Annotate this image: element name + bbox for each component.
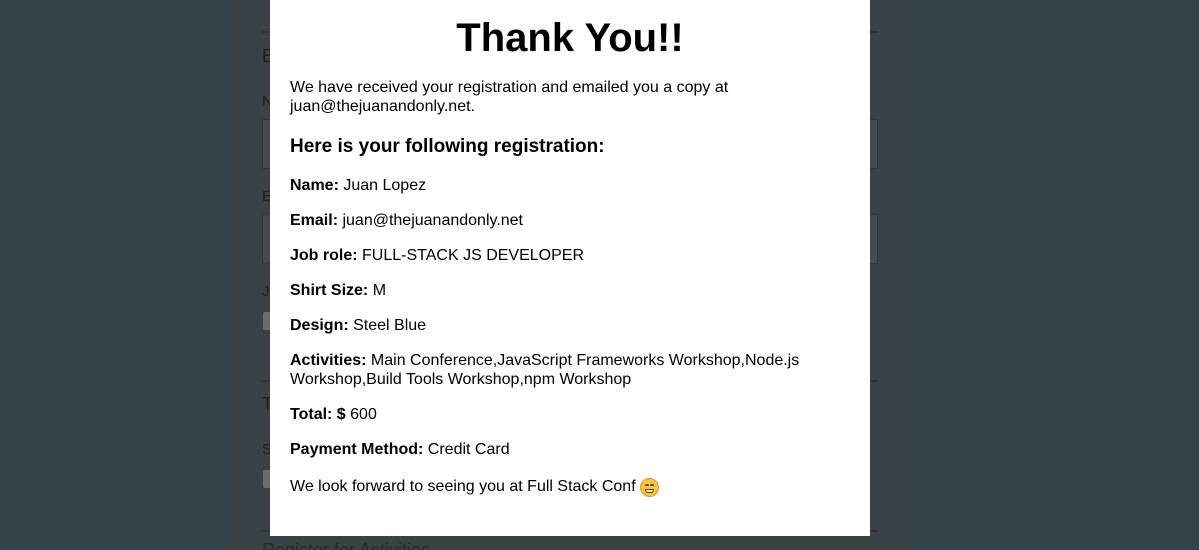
field-label: Shirt Size: — [290, 282, 369, 299]
modal-title: Thank You!! — [456, 16, 684, 60]
field-payment-method: Payment Method: Credit Card — [290, 440, 850, 459]
field-email: Email: juan@thejuanandonly.net — [290, 211, 850, 230]
field-label: Job role: — [290, 247, 358, 264]
registration-heading: Here is your following registration: — [290, 136, 605, 157]
field-value: FULL-STACK JS DEVELOPER — [362, 247, 584, 264]
field-design: Design: Steel Blue — [290, 316, 850, 335]
field-value: juan@thejuanandonly.net — [342, 212, 523, 229]
registration-summary: Name: Juan Lopez Email: juan@thejuanando… — [290, 176, 850, 459]
field-label: Design: — [290, 317, 349, 334]
field-job-role: Job role: FULL-STACK JS DEVELOPER — [290, 246, 850, 265]
field-label: Activities: — [290, 352, 367, 369]
thank-you-modal: Thank You!! We have received your regist… — [270, 0, 870, 536]
field-value: M — [372, 282, 387, 299]
closing-text: We look forward to seeing you at Full St… — [290, 478, 636, 495]
field-value: Steel Blue — [353, 317, 427, 334]
confirmation-message: We have received your registration and e… — [290, 79, 729, 115]
field-value: Credit Card — [427, 441, 510, 458]
field-label: Email: — [290, 212, 339, 229]
grinning-face-icon — [639, 477, 659, 497]
field-label: Total: $ — [290, 406, 346, 423]
closing-message: We look forward to seeing you at Full St… — [290, 476, 850, 498]
field-label: Name: — [290, 177, 339, 194]
field-activities: Activities: Main Conference,JavaScript F… — [290, 351, 850, 389]
field-total: Total: $ 600 — [290, 405, 850, 424]
field-value: Juan Lopez — [343, 177, 427, 194]
field-label: Payment Method: — [290, 441, 424, 458]
field-shirt-size: Shirt Size: M — [290, 281, 850, 300]
field-name: Name: Juan Lopez — [290, 176, 850, 195]
field-value: Main Conference,JavaScript Frameworks Wo… — [290, 352, 800, 388]
field-value: 600 — [350, 406, 377, 423]
